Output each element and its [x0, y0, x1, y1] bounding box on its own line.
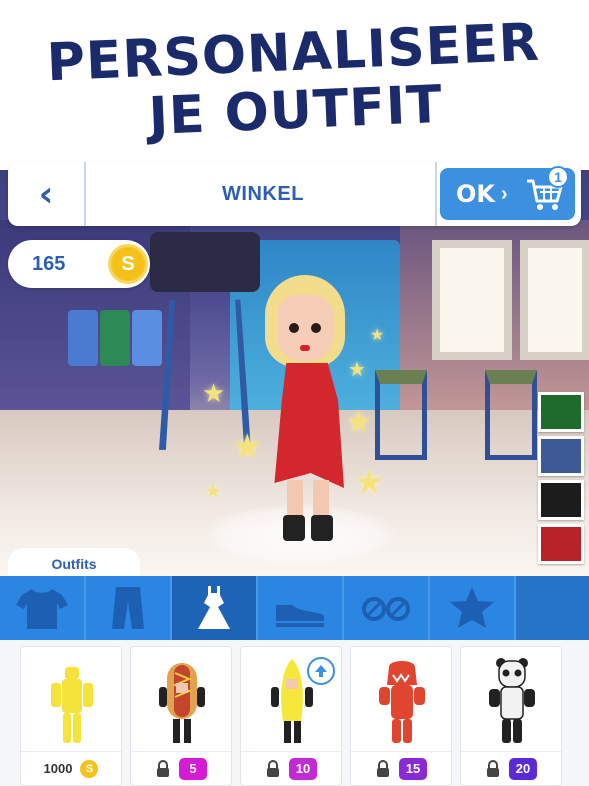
panda-costume-thumbnail	[489, 658, 535, 743]
directors-chair-prop	[375, 370, 427, 460]
category-tab-shirts[interactable]	[0, 576, 86, 640]
rack-shirt	[132, 310, 162, 366]
upgrade-arrow-icon[interactable]	[307, 657, 335, 685]
pants-icon	[112, 587, 144, 629]
film-camera-prop	[150, 232, 260, 292]
divider	[435, 162, 437, 226]
outfit-item-banana[interactable]: 10	[240, 646, 342, 786]
lock-icon	[377, 759, 389, 777]
coin-icon: S	[108, 244, 148, 284]
category-tab-shoes[interactable]	[258, 576, 344, 640]
hotdog-costume-thumbnail	[159, 663, 205, 743]
rack-shirt	[68, 310, 98, 366]
lock-icon	[267, 759, 279, 777]
item-price: 1000	[43, 761, 73, 776]
glasses-icon	[362, 597, 410, 621]
yellow-suit-thumbnail	[51, 667, 93, 743]
category-tab-glasses[interactable]	[344, 576, 430, 640]
level-badge: 15	[399, 757, 427, 780]
lock-icon	[487, 759, 499, 777]
ok-label: OK	[456, 180, 495, 208]
character-boot	[311, 515, 333, 541]
coin-icon: S	[80, 759, 99, 778]
back-button[interactable]: ‹	[8, 162, 86, 226]
color-swatch-green[interactable]	[538, 392, 584, 432]
dress-icon	[198, 586, 230, 629]
category-tab-pants[interactable]	[86, 576, 172, 640]
outfit-item-yellow-suit[interactable]: 1000 S	[20, 646, 122, 786]
coin-amount: 165	[32, 253, 66, 275]
character-mouth	[300, 345, 310, 351]
directors-chair-prop	[485, 370, 537, 460]
outfit-item-list: 1000 S 5 10 15 20	[0, 640, 589, 786]
chevron-left-icon: ‹	[38, 173, 54, 215]
sparkle-star-icon: ★	[370, 327, 385, 344]
star-icon	[450, 587, 494, 628]
vanity-mirror	[520, 240, 589, 360]
arrow-up-icon	[315, 665, 327, 677]
character-dress	[274, 363, 344, 488]
item-lock-footer: 10	[241, 751, 341, 785]
sparkle-star-icon: ★	[205, 481, 222, 501]
character-eye	[311, 323, 321, 333]
item-price-footer: 1000 S	[21, 751, 121, 785]
dinosaur-costume-thumbnail	[379, 661, 425, 743]
headline-banner: PERSONALISEER JE OUTFIT	[0, 0, 589, 170]
character-face	[277, 295, 333, 361]
clothes-rack-prop	[60, 310, 170, 430]
color-swatch-black[interactable]	[538, 480, 584, 520]
color-swatch-red[interactable]	[538, 524, 584, 564]
coin-balance: 165 S	[8, 240, 150, 288]
outfit-item-hotdog[interactable]: 5	[130, 646, 232, 786]
category-bar	[0, 576, 589, 640]
ok-cart-button[interactable]: OK › 1	[440, 166, 575, 220]
vanity-mirror	[432, 240, 512, 360]
shop-title: WINKEL	[222, 182, 304, 205]
chevron-right-icon: ›	[501, 182, 508, 205]
character-leg	[313, 480, 329, 520]
outfit-item-dinosaur[interactable]: 15	[350, 646, 452, 786]
tshirt-icon	[16, 589, 68, 629]
shop-top-bar: ‹ WINKEL OK › 1	[8, 162, 581, 226]
character-leg	[287, 480, 303, 520]
player-character[interactable]	[255, 275, 355, 545]
item-lock-footer: 20	[461, 751, 561, 785]
lock-icon	[157, 759, 169, 777]
character-boot	[283, 515, 305, 541]
character-eye	[289, 323, 299, 333]
shoe-icon	[276, 605, 324, 627]
cart-count-badge: 1	[547, 166, 569, 188]
level-badge: 10	[289, 757, 317, 780]
headline-title: PERSONALISEER JE OUTFIT	[0, 12, 589, 153]
category-bar-filler	[516, 576, 589, 640]
level-badge: 20	[509, 757, 537, 780]
color-swatches	[538, 392, 584, 568]
item-lock-footer: 5	[131, 751, 231, 785]
category-tab-special[interactable]	[430, 576, 516, 640]
outfit-item-panda[interactable]: 20	[460, 646, 562, 786]
category-tab-dresses[interactable]	[172, 576, 258, 640]
sparkle-star-icon: ★	[355, 464, 384, 500]
color-swatch-blue[interactable]	[538, 436, 584, 476]
level-badge: 5	[179, 757, 207, 780]
rack-shirt	[100, 310, 130, 366]
sparkle-star-icon: ★	[202, 378, 226, 408]
item-lock-footer: 15	[351, 751, 451, 785]
